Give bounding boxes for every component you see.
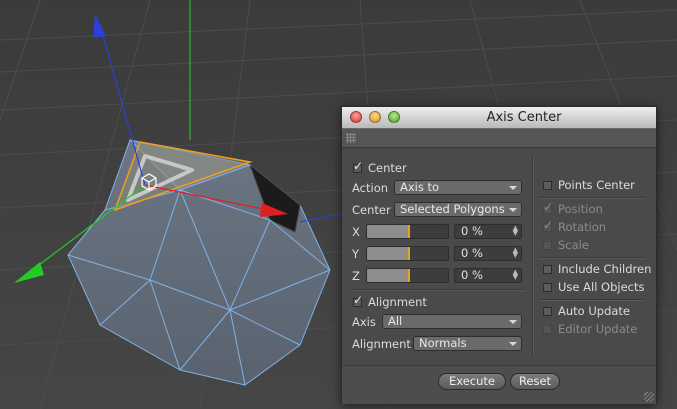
z-axis-label: Z bbox=[352, 269, 360, 283]
rotation-checkbox[interactable]: ✓ bbox=[543, 219, 553, 232]
use-all-objects-checkbox[interactable] bbox=[543, 283, 552, 292]
y-axis-label: Y bbox=[352, 247, 360, 261]
center-target-dropdown-value: Selected Polygons bbox=[400, 202, 505, 216]
axis-dropdown-value: All bbox=[388, 314, 403, 328]
resize-grip-icon[interactable] bbox=[644, 392, 654, 402]
execute-button[interactable]: Execute bbox=[438, 373, 506, 390]
y-slider[interactable] bbox=[366, 246, 449, 261]
y-slider-handle[interactable] bbox=[408, 247, 410, 260]
alignment-dropdown-value: Normals bbox=[419, 336, 467, 350]
column-divider bbox=[532, 156, 534, 356]
dialog-titlebar[interactable]: Axis Center bbox=[342, 107, 656, 129]
checkmark-icon: ✓ bbox=[543, 218, 554, 232]
x-slider-track bbox=[367, 225, 409, 238]
points-center-checkbox[interactable] bbox=[543, 181, 552, 190]
stepper-arrows-icon[interactable]: ▲ ▼ bbox=[513, 247, 518, 259]
right-divider-1 bbox=[540, 197, 644, 199]
checkmark-icon: ✓ bbox=[353, 293, 364, 307]
close-window-button[interactable] bbox=[350, 111, 362, 123]
dialog-content: ✓ Center Action Axis to Center Selected … bbox=[342, 148, 656, 365]
rotation-label: Rotation bbox=[558, 220, 607, 234]
stepper-arrows-icon[interactable]: ▲ ▼ bbox=[513, 225, 518, 237]
alignment-section-label: Alignment bbox=[368, 295, 427, 309]
checkmark-icon: ✓ bbox=[353, 159, 364, 173]
include-children-checkbox[interactable] bbox=[543, 265, 552, 274]
x-slider[interactable] bbox=[366, 224, 449, 239]
right-divider-2 bbox=[540, 257, 644, 259]
checkmark-icon: ✓ bbox=[543, 200, 554, 214]
z-slider[interactable] bbox=[366, 268, 449, 283]
axis-center-dialog: Axis Center ✓ Center Action Axis to Cent… bbox=[341, 106, 657, 404]
left-divider bbox=[350, 289, 524, 291]
axis-label: Axis bbox=[352, 315, 376, 329]
axis-dropdown[interactable]: All bbox=[382, 314, 522, 329]
include-children-label: Include Children bbox=[558, 262, 652, 276]
stepper-arrows-icon[interactable]: ▲ ▼ bbox=[513, 269, 518, 281]
reset-button[interactable]: Reset bbox=[510, 373, 560, 390]
position-checkbox[interactable]: ✓ bbox=[543, 201, 553, 214]
center-target-dropdown[interactable]: Selected Polygons bbox=[394, 202, 522, 217]
z-value: 0 % bbox=[461, 268, 483, 282]
scale-label: Scale bbox=[558, 238, 589, 252]
center-section-label: Center bbox=[368, 161, 407, 175]
auto-update-checkbox[interactable] bbox=[543, 307, 552, 316]
x-axis-label: X bbox=[352, 225, 360, 239]
auto-update-label: Auto Update bbox=[558, 304, 631, 318]
action-label: Action bbox=[352, 181, 389, 195]
right-divider-3 bbox=[540, 299, 644, 301]
zoom-window-button[interactable] bbox=[388, 111, 400, 123]
editor-update-label: Editor Update bbox=[558, 322, 638, 336]
y-value-field[interactable]: 0 % ▲ ▼ bbox=[454, 246, 522, 261]
action-dropdown-value: Axis to bbox=[400, 180, 440, 194]
z-slider-track bbox=[367, 269, 409, 282]
dialog-grip-bar[interactable] bbox=[342, 129, 656, 148]
x-value: 0 % bbox=[461, 224, 483, 238]
chevron-down-icon bbox=[509, 320, 517, 324]
dialog-title: Axis Center bbox=[486, 110, 562, 125]
minimize-window-button[interactable] bbox=[369, 111, 381, 123]
position-label: Position bbox=[558, 202, 603, 216]
center-target-label: Center bbox=[352, 203, 391, 217]
y-value: 0 % bbox=[461, 246, 483, 260]
scale-checkbox[interactable] bbox=[543, 241, 552, 250]
x-value-field[interactable]: 0 % ▲ ▼ bbox=[454, 224, 522, 239]
y-slider-track bbox=[367, 247, 409, 260]
action-dropdown[interactable]: Axis to bbox=[394, 180, 522, 195]
grip-icon[interactable] bbox=[346, 133, 356, 143]
dialog-footer: Execute Reset bbox=[342, 365, 656, 404]
center-checkbox[interactable]: ✓ bbox=[353, 160, 363, 173]
alignment-checkbox[interactable]: ✓ bbox=[353, 294, 363, 307]
alignment-dropdown[interactable]: Normals bbox=[413, 336, 522, 351]
points-center-label: Points Center bbox=[558, 178, 635, 192]
chevron-down-icon bbox=[509, 208, 517, 212]
z-value-field[interactable]: 0 % ▲ ▼ bbox=[454, 268, 522, 283]
use-all-objects-label: Use All Objects bbox=[558, 280, 645, 294]
editor-update-checkbox[interactable] bbox=[543, 325, 552, 334]
chevron-down-icon bbox=[509, 342, 517, 346]
alignment-label: Alignment bbox=[352, 337, 411, 351]
x-slider-handle[interactable] bbox=[408, 225, 410, 238]
z-slider-handle[interactable] bbox=[408, 269, 410, 282]
chevron-down-icon bbox=[509, 186, 517, 190]
